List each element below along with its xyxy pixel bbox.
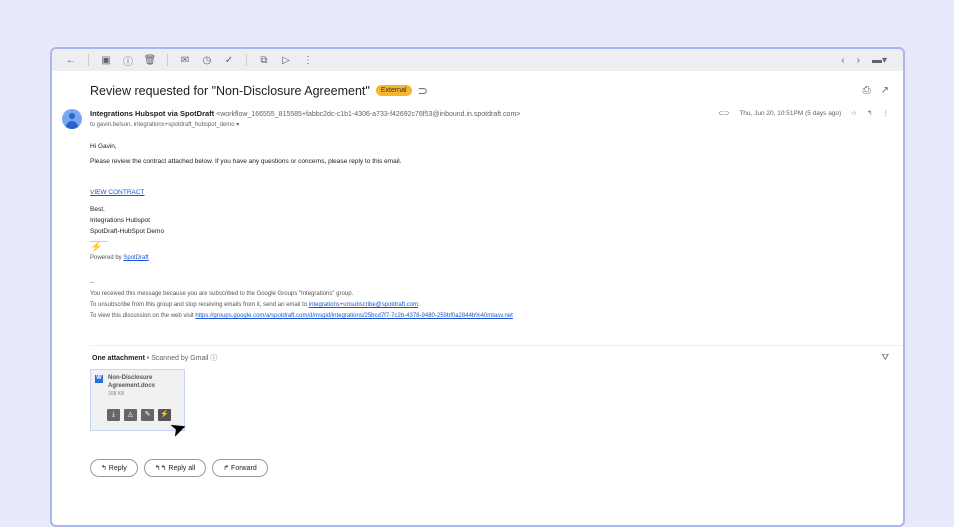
back-button[interactable]: ← [60, 55, 82, 66]
mark-unread-button[interactable]: ✉ [174, 55, 196, 66]
powered-by: Powered by [90, 255, 124, 261]
forward-button[interactable]: ↱ Forward [212, 459, 268, 477]
recipients[interactable]: to gavin.belson, integrations+spotdraft_… [90, 121, 239, 128]
word-icon: W [95, 375, 103, 383]
sender-name: Integrations Hubspot via SpotDraft [90, 109, 215, 118]
footer-line1: You received this message because you ar… [90, 291, 354, 297]
save-to-drive-icon[interactable]: ◬ [124, 409, 137, 421]
scanned-label: • Scanned by Gmail ⓘ [144, 355, 218, 362]
move-to-button[interactable]: ⧉ [253, 55, 275, 66]
print-icon[interactable]: ⎙ [863, 85, 871, 96]
reply-button[interactable]: ↰ Reply [90, 459, 138, 477]
add-to-drive-icon[interactable]: ⛛ [881, 352, 889, 363]
report-spam-button[interactable]: ⓘ [117, 53, 139, 68]
footer-line3: To view this discussion on the web visit [90, 313, 196, 319]
delete-button[interactable]: 🗑 [139, 55, 161, 66]
discussion-link[interactable]: https://groups.google.com/a/spotdraft.co… [195, 313, 512, 319]
more-button[interactable]: ⋮ [297, 55, 319, 66]
greeting: Hi Gavin, [90, 143, 117, 150]
label-button[interactable]: ▷ [275, 55, 297, 66]
important-icon[interactable]: ⊃ [418, 83, 428, 98]
edit-icon[interactable]: ✎ [141, 409, 154, 421]
toolbar: ← ▣ ⓘ 🗑 ✉ ◷ ✓ ⧉ ▷ ⋮ ‹ › ▬▾ [52, 49, 903, 71]
more-icon[interactable]: ⋮ [883, 109, 890, 117]
attachment-name: Non-Disclosure Agreement.docx [108, 375, 156, 389]
reply-icon[interactable]: ↰ [867, 109, 872, 117]
external-badge: External [375, 85, 412, 96]
reply-all-button[interactable]: ↰↰ Reply all [143, 459, 207, 477]
attachment-header: One attachment [92, 355, 145, 362]
message: Please review the contract attached belo… [90, 158, 402, 165]
attachment-icon: ⊂⊃ [718, 110, 730, 117]
snooze-button[interactable]: ◷ [196, 55, 218, 66]
add-task-button[interactable]: ✓ [218, 55, 240, 66]
spotdraft-logo-icon: ⚡ [90, 242, 103, 253]
signoff: Best, [90, 206, 105, 213]
date: Thu, Jun 20, 10:51PM (5 days ago) [739, 109, 842, 117]
input-tools-button[interactable]: ▬▾ [872, 55, 887, 66]
attachment-size: 308 KB [108, 391, 125, 397]
star-icon[interactable]: ☆ [851, 109, 857, 117]
download-icon[interactable]: ⤓ [107, 409, 120, 421]
signature-line1: Integrations Hubspot [90, 217, 150, 224]
prev-button[interactable]: ‹ [841, 55, 844, 66]
open-new-window-icon[interactable]: ↗ [881, 85, 889, 96]
subject: Review requested for "Non-Disclosure Agr… [90, 83, 370, 98]
unsubscribe-link[interactable]: integrations+unsubscribe@spotdraft.com [309, 302, 418, 308]
cursor-icon: ➤ [166, 415, 191, 443]
footer-line2: To unsubscribe from this group and stop … [90, 302, 309, 308]
view-contract-link[interactable]: VIEW CONTRACT [90, 189, 145, 196]
avatar [62, 109, 82, 129]
archive-button[interactable]: ▣ [95, 55, 117, 66]
next-button[interactable]: › [857, 55, 860, 66]
email-window: ← ▣ ⓘ 🗑 ✉ ◷ ✓ ⧉ ▷ ⋮ ‹ › ▬▾ Review requeste… [50, 47, 905, 527]
sender-email: <workflow_166555_815585+fabbc2dc-c1b1-43… [216, 111, 521, 118]
footer-dash: -- [90, 280, 94, 286]
signature-line2: SpotDraft-HubSpot Demo [90, 228, 165, 235]
spotdraft-link[interactable]: SpotDraft [123, 255, 148, 261]
